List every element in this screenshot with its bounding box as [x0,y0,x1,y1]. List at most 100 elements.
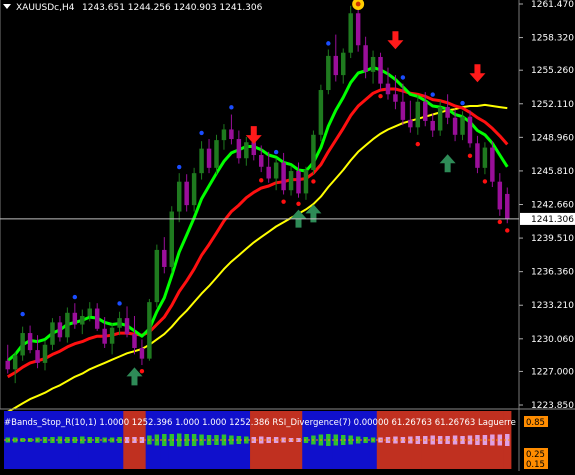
price-tick-label: 1261.470 [531,0,574,10]
fractal-up-dot [430,92,435,97]
candle-body [423,101,428,121]
candle-body [370,56,376,72]
fractal-up-dot [177,164,182,170]
candle-body [505,193,510,219]
candle-body [80,315,85,325]
candle-body [65,312,70,338]
fractal-down-dot [139,368,145,374]
candle-body [139,347,145,359]
price-tick-label: 1245.810 [531,167,574,177]
top-marker-center-icon [355,1,361,7]
candle-body [341,52,346,76]
candle-body [162,249,167,267]
candle-body [296,171,301,194]
fractal-up-dot [20,311,25,317]
fractal-down-dot [497,219,503,225]
fractal-up-dot [400,75,406,80]
price-tick-label: 1242.660 [531,201,574,211]
candle-body [348,13,353,53]
candle-body [288,171,294,191]
ohlc-values: 1243.651 1244.256 1240.903 1241.306 [82,3,263,13]
price-chart[interactable]: 1261.470 1258.320 1255.260 1252.110 1248.960… [0,0,575,471]
candle-body [132,334,137,348]
chart-window: 1261.470 1258.320 1255.260 1252.110 1248.960… [0,0,575,471]
candle-body [273,162,279,179]
candle-body [199,148,204,174]
candle-body [244,142,249,159]
subwindow-level-high: 0.85 [526,418,545,428]
candle-body [42,344,48,363]
candle-body [117,318,122,328]
candle-body [214,140,219,168]
candle-body [497,181,503,210]
candle-body [490,147,495,182]
candle-body [57,322,63,338]
candle-body [311,134,316,170]
candle-body [326,55,331,91]
candle-body [35,350,40,363]
candle-body [12,355,18,370]
price-tick-label: 1236.360 [531,268,574,278]
candle-body [72,312,78,325]
candle-body [333,55,339,76]
fractal-up-dot [199,130,204,136]
candle-body [5,360,10,370]
price-tick-label: 1252.110 [531,100,574,110]
fractal-down-dot [378,93,383,99]
candle-body [475,143,480,168]
fractal-up-dot [460,100,465,106]
candle-body [303,169,309,194]
fractal-down-dot [281,199,286,204]
fractal-up-dot [229,105,234,110]
price-tick-label: 1255.260 [531,66,574,76]
candle-body [385,83,391,95]
candle-body [400,101,406,120]
price-tick-label: 1258.320 [531,34,574,44]
candle-body [281,162,286,191]
current-price-label: 1241.306 [531,215,574,225]
candle-body [87,308,92,316]
candle-body [94,308,100,329]
candle-body [27,333,33,351]
fractal-down-dot [259,178,264,183]
symbol-timeframe: XAUUSDc,H4 [16,3,75,13]
fractal-down-dot [415,141,421,147]
candle-body [415,101,421,128]
candle-body [318,90,324,135]
candle-body [378,56,383,84]
subwindow-level-low: 0.15 [526,460,545,470]
fractal-down-dot [467,153,473,159]
candle-body [393,94,398,102]
candle-body [355,13,361,46]
candle-body [109,327,115,344]
candle-body [206,148,212,168]
fractal-up-dot [117,301,122,306]
fractal-down-dot [296,201,301,207]
candle-body [445,107,450,118]
candle-body [191,173,197,206]
candle-body [184,181,189,206]
fractal-up-dot [326,41,331,46]
candle-body [20,333,25,356]
price-tick-label: 1239.510 [531,234,574,244]
fractal-up-dot [273,149,279,155]
price-tick-label: 1233.210 [531,301,574,311]
candle-body [169,211,174,267]
candle-body [452,117,458,135]
candle-body [221,129,227,141]
price-tick-label: 1227.000 [531,367,574,377]
candle-body [251,142,257,156]
fractal-down-dot [505,228,510,233]
price-tick-label: 1248.960 [531,133,574,143]
candle-body [266,166,271,179]
candle-body [124,318,130,335]
candle-body [147,302,152,359]
candle-body [467,116,473,144]
subwindow-indicator-label: #Bands_Stop_R(10,1) 1.0000 1252.396 1.00… [4,418,516,428]
candle-body [229,129,234,140]
candle-body [102,328,107,344]
fractal-down-dot [482,179,488,184]
chart-background [0,0,575,471]
candle-body [460,116,465,135]
candle-body [236,139,242,159]
